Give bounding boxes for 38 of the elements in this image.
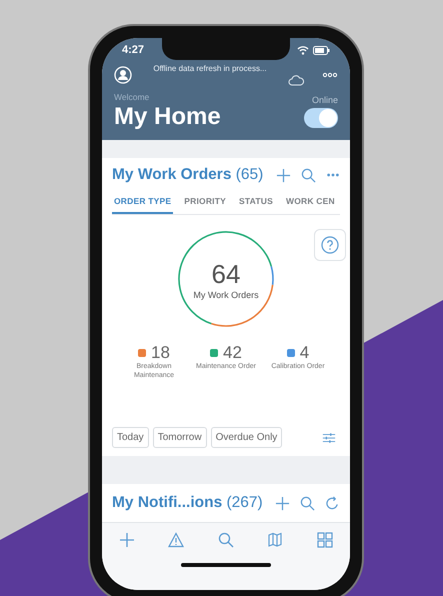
- filter-chip[interactable]: Today: [112, 427, 149, 448]
- online-label: Online: [310, 95, 338, 105]
- section-title: My Work Orders (65): [112, 166, 264, 184]
- filter-settings-icon[interactable]: [322, 430, 336, 444]
- map-icon[interactable]: [268, 532, 284, 548]
- total-count: 64: [212, 258, 240, 290]
- help-icon: [321, 236, 339, 254]
- search-icon[interactable]: [301, 168, 316, 182]
- cloud-icon: [288, 74, 304, 86]
- filter-tab[interactable]: PRIORITY: [182, 192, 228, 214]
- refresh-icon[interactable]: [325, 496, 340, 510]
- add-icon[interactable]: [275, 496, 290, 510]
- add-icon[interactable]: [276, 168, 291, 182]
- filter-chip[interactable]: Tomorrow: [152, 427, 207, 448]
- wifi-icon: [297, 46, 309, 54]
- filter-tab[interactable]: ORDER TYPE: [112, 192, 174, 214]
- legend-count: 42: [223, 343, 242, 362]
- grid-icon[interactable]: [317, 532, 334, 548]
- welcome-label: Welcome: [114, 92, 150, 102]
- legend-count: 18: [151, 343, 170, 362]
- filter-chip[interactable]: Overdue Only: [210, 427, 282, 448]
- search-icon[interactable]: [218, 532, 234, 548]
- add-icon[interactable]: [118, 532, 135, 548]
- battery-icon: [313, 46, 330, 54]
- user-avatar-icon[interactable]: [114, 66, 132, 84]
- search-icon[interactable]: [300, 496, 315, 510]
- clock-time: 4:27: [122, 44, 144, 56]
- online-toggle[interactable]: [304, 108, 338, 128]
- total-label: My Work Orders: [193, 290, 259, 300]
- sync-status-message: Offline data refresh in process...: [152, 64, 268, 73]
- filter-tab[interactable]: STATUS: [237, 192, 275, 214]
- filter-tab[interactable]: WORK CEN: [284, 192, 337, 214]
- more-icon[interactable]: [322, 72, 338, 78]
- section-title: My Notifi...ions (267): [112, 494, 264, 512]
- legend-count: 4: [300, 343, 310, 362]
- page-title: My Home: [114, 102, 221, 132]
- help-button[interactable]: [314, 229, 346, 261]
- warning-icon[interactable]: [168, 532, 184, 548]
